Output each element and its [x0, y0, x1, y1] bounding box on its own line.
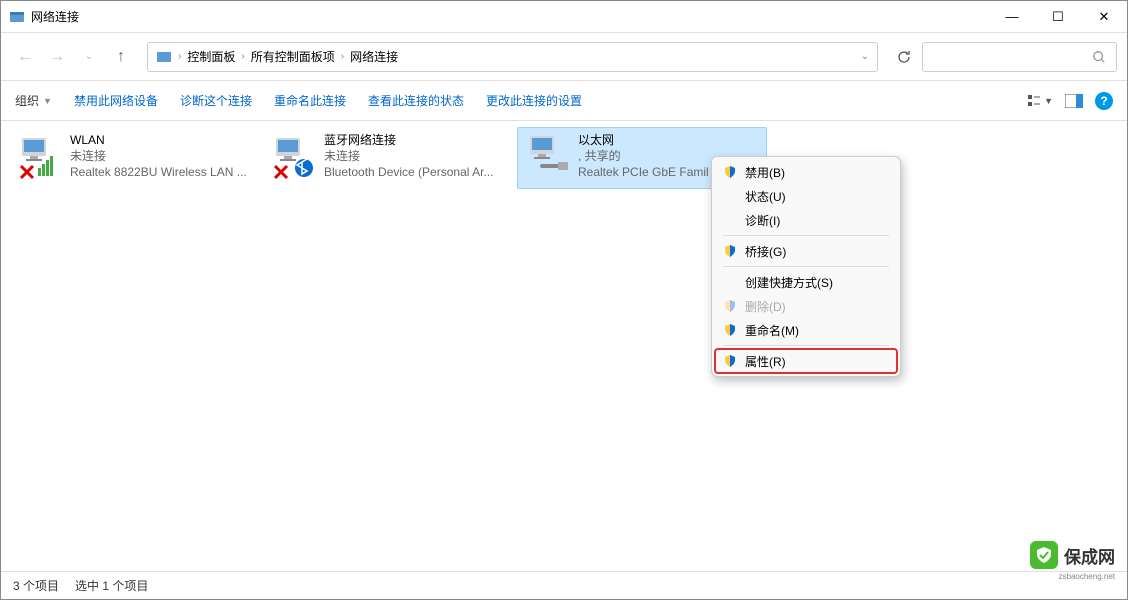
- shield-icon: [723, 244, 737, 258]
- statusbar: 3 个项目 选中 1 个项目: [1, 571, 1127, 599]
- window-controls: — ☐ ✕: [989, 1, 1127, 33]
- watermark-name: 保成网: [1064, 543, 1115, 568]
- watermark: 保成网: [1030, 541, 1115, 569]
- cm-separator: [723, 345, 889, 346]
- titlebar: 网络连接 — ☐ ✕: [1, 1, 1127, 33]
- cm-status[interactable]: 状态(U): [715, 184, 897, 208]
- connection-name: 蓝牙网络连接: [324, 132, 493, 148]
- connection-status: 未连接: [324, 148, 493, 164]
- bluetooth-icon: [270, 132, 318, 180]
- recent-dropdown[interactable]: ⌄: [75, 43, 103, 71]
- connection-name: WLAN: [70, 132, 247, 148]
- close-button[interactable]: ✕: [1081, 1, 1127, 33]
- ethernet-icon: [524, 132, 572, 180]
- cm-shortcut[interactable]: 创建快捷方式(S): [715, 270, 897, 294]
- connection-device: Bluetooth Device (Personal Ar...: [324, 164, 493, 180]
- watermark-logo-icon: [1030, 541, 1058, 569]
- connection-device: Realtek PCIe GbE Famil: [578, 164, 709, 180]
- connection-status: 未连接: [70, 148, 247, 164]
- toolbar: 组织 ▼ 禁用此网络设备 诊断这个连接 重命名此连接 查看此连接的状态 更改此连…: [1, 81, 1127, 121]
- cm-properties[interactable]: 属性(R): [715, 349, 897, 373]
- addressbar[interactable]: › 控制面板 › 所有控制面板项 › 网络连接 ⌄: [147, 42, 878, 72]
- location-icon: [156, 49, 172, 65]
- cm-bridge[interactable]: 桥接(G): [715, 239, 897, 263]
- item-count: 3 个项目: [13, 577, 59, 594]
- connection-device: Realtek 8822BU Wireless LAN ...: [70, 164, 247, 180]
- up-button[interactable]: ↑: [107, 43, 135, 71]
- change-settings-button[interactable]: 更改此连接的设置: [486, 92, 582, 109]
- context-menu: 禁用(B) 状态(U) 诊断(I) 桥接(G) 创建快捷方式(S) 删除(D) …: [711, 156, 901, 377]
- search-icon: [1092, 50, 1106, 64]
- cm-rename[interactable]: 重命名(M): [715, 318, 897, 342]
- navbar: ← → ⌄ ↑ › 控制面板 › 所有控制面板项 › 网络连接 ⌄: [1, 33, 1127, 81]
- cm-disable[interactable]: 禁用(B): [715, 160, 897, 184]
- diagnose-button[interactable]: 诊断这个连接: [180, 92, 252, 109]
- maximize-button[interactable]: ☐: [1035, 1, 1081, 33]
- shield-icon: [723, 165, 737, 179]
- shield-icon: [723, 354, 737, 368]
- help-button[interactable]: ?: [1095, 92, 1113, 110]
- disable-device-button[interactable]: 禁用此网络设备: [74, 92, 158, 109]
- view-options-button[interactable]: ▼: [1026, 93, 1053, 109]
- wlan-icon: [16, 132, 64, 180]
- preview-pane-button[interactable]: [1065, 94, 1083, 108]
- shield-icon: [723, 299, 737, 313]
- selected-count: 选中 1 个项目: [75, 577, 148, 594]
- cm-diagnose[interactable]: 诊断(I): [715, 208, 897, 232]
- refresh-button[interactable]: [890, 43, 918, 71]
- rename-button[interactable]: 重命名此连接: [274, 92, 346, 109]
- cm-separator: [723, 235, 889, 236]
- cm-separator: [723, 266, 889, 267]
- connection-item-wlan[interactable]: WLAN 未连接 Realtek 8822BU Wireless LAN ...: [9, 127, 259, 189]
- connection-item-bluetooth[interactable]: 蓝牙网络连接 未连接 Bluetooth Device (Personal Ar…: [263, 127, 513, 189]
- breadcrumb-item[interactable]: 控制面板: [187, 48, 235, 65]
- breadcrumb-item[interactable]: 网络连接: [350, 48, 398, 65]
- breadcrumb-item[interactable]: 所有控制面板项: [251, 48, 335, 65]
- back-button[interactable]: ←: [11, 43, 39, 71]
- window-title: 网络连接: [31, 8, 989, 25]
- connection-name: 以太网: [578, 132, 709, 148]
- content-area: WLAN 未连接 Realtek 8822BU Wireless LAN ...…: [1, 121, 1127, 571]
- status-button[interactable]: 查看此连接的状态: [368, 92, 464, 109]
- connection-status: , 共享的: [578, 148, 709, 164]
- organize-menu[interactable]: 组织 ▼: [15, 92, 52, 109]
- addressbar-dropdown-icon[interactable]: ⌄: [861, 51, 869, 62]
- searchbox[interactable]: [922, 42, 1117, 72]
- cm-delete: 删除(D): [715, 294, 897, 318]
- watermark-sub: zsbaocheng.net: [1059, 572, 1116, 581]
- window-icon: [9, 9, 25, 25]
- shield-icon: [723, 323, 737, 337]
- minimize-button[interactable]: —: [989, 1, 1035, 33]
- forward-button[interactable]: →: [43, 43, 71, 71]
